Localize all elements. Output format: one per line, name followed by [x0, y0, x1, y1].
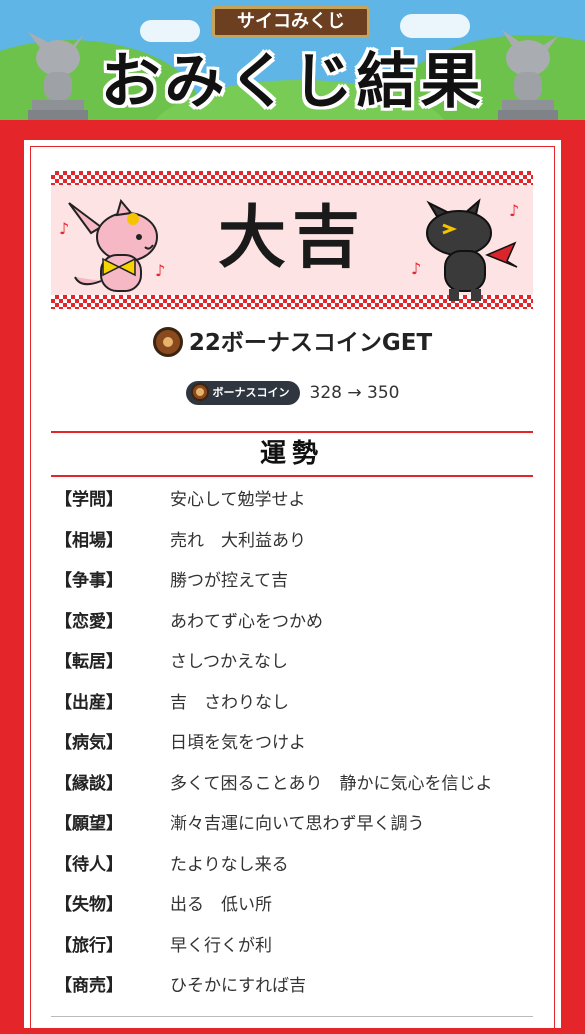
item-value: ひそかにすれば吉 [170, 976, 307, 996]
item-label: 【恋愛】 [55, 611, 123, 632]
item-value: 早く行くが利 [170, 935, 272, 956]
item-value: 売れ 大利益あり [170, 530, 306, 551]
list-item: 【出産】 吉 さわりなし [55, 683, 535, 724]
page-title: おみくじ結果 [100, 47, 485, 117]
fortune-banner: ♪ ♪ 大吉 ♪ ♪ [51, 171, 533, 309]
divider [51, 1016, 533, 1017]
item-label: 【旅行】 [55, 935, 123, 956]
item-label: 【商売】 [55, 976, 123, 996]
item-value: たよりなし来る [170, 854, 289, 875]
item-label: 【出産】 [55, 692, 123, 713]
item-label: 【争事】 [55, 571, 123, 591]
item-value: 日頃を気をつけよ [170, 733, 306, 753]
item-value: 多くて困ることあり 静かに気心を信じよ [170, 773, 493, 794]
list-item: 【待人】 たよりなし来る [55, 845, 535, 886]
coin-icon [190, 383, 209, 401]
coin-icon [152, 326, 183, 357]
list-item: 【病気】 日頃を気をつけよ [55, 723, 535, 764]
coin-balance: ボーナスコイン 328 → 350 [0, 380, 585, 406]
cloud [400, 14, 470, 38]
list-item: 【縁談】 多くて困ることあり 静かに気心を信じよ [55, 764, 535, 805]
item-value: あわてず心をつかめ [170, 611, 323, 632]
bonus-coin-pill: ボーナスコイン [185, 381, 300, 405]
list-item: 【転居】 さしつかえなし [55, 642, 535, 683]
item-label: 【学問】 [55, 490, 123, 510]
list-item: 【旅行】 早く行くが利 [55, 926, 535, 967]
item-label: 【待人】 [55, 854, 123, 875]
list-item: 【願望】 漸々吉運に向いて思わず早く調う [55, 804, 535, 845]
app-badge: サイコみくじ [212, 6, 370, 38]
item-label: 【転居】 [55, 652, 123, 672]
list-item: 【商売】 ひそかにすれば吉 [55, 966, 535, 1007]
item-value: 漸々吉運に向いて思わず早く調う [170, 814, 425, 834]
coin-reward: 22ボーナスコインGET [0, 323, 585, 363]
cloud [140, 20, 200, 42]
bonus-coin-label: ボーナスコイン [212, 386, 290, 399]
list-item: 【学問】 安心して勉学せよ [55, 480, 535, 521]
list-item: 【失物】 出る 低い所 [55, 885, 535, 926]
item-label: 【相場】 [55, 530, 123, 551]
item-label: 【病気】 [55, 733, 123, 753]
music-note-icon: ♪ [411, 259, 422, 278]
fortune-list: 【学問】 安心して勉学せよ 【相場】 売れ 大利益あり 【争事】 勝つが控えて吉 【恋… [55, 480, 535, 1007]
music-note-icon: ♪ [509, 201, 520, 220]
item-value: さしつかえなし [170, 652, 288, 672]
list-item: 【相場】 売れ 大利益あり [55, 521, 535, 562]
section-title: 運勢 [51, 431, 533, 477]
item-label: 【失物】 [55, 895, 123, 915]
item-label: 【願望】 [55, 814, 123, 834]
coin-message: 22ボーナスコインGET [188, 330, 433, 356]
item-value: 安心して勉学せよ [170, 490, 306, 510]
checker-border-top [51, 171, 533, 185]
item-label: 【縁談】 [55, 773, 123, 794]
item-value: 勝つが控えて吉 [170, 571, 289, 591]
item-value: 出る 低い所 [170, 895, 272, 915]
balance-change: 328 → 350 [309, 383, 400, 403]
red-frame [0, 120, 585, 134]
list-item: 【争事】 勝つが控えて吉 [55, 561, 535, 602]
item-value: 吉 さわりなし [170, 692, 289, 713]
list-item: 【恋愛】 あわてず心をつかめ [55, 602, 535, 643]
header-scene: サイコみくじ おみくじ結果 [0, 0, 585, 120]
